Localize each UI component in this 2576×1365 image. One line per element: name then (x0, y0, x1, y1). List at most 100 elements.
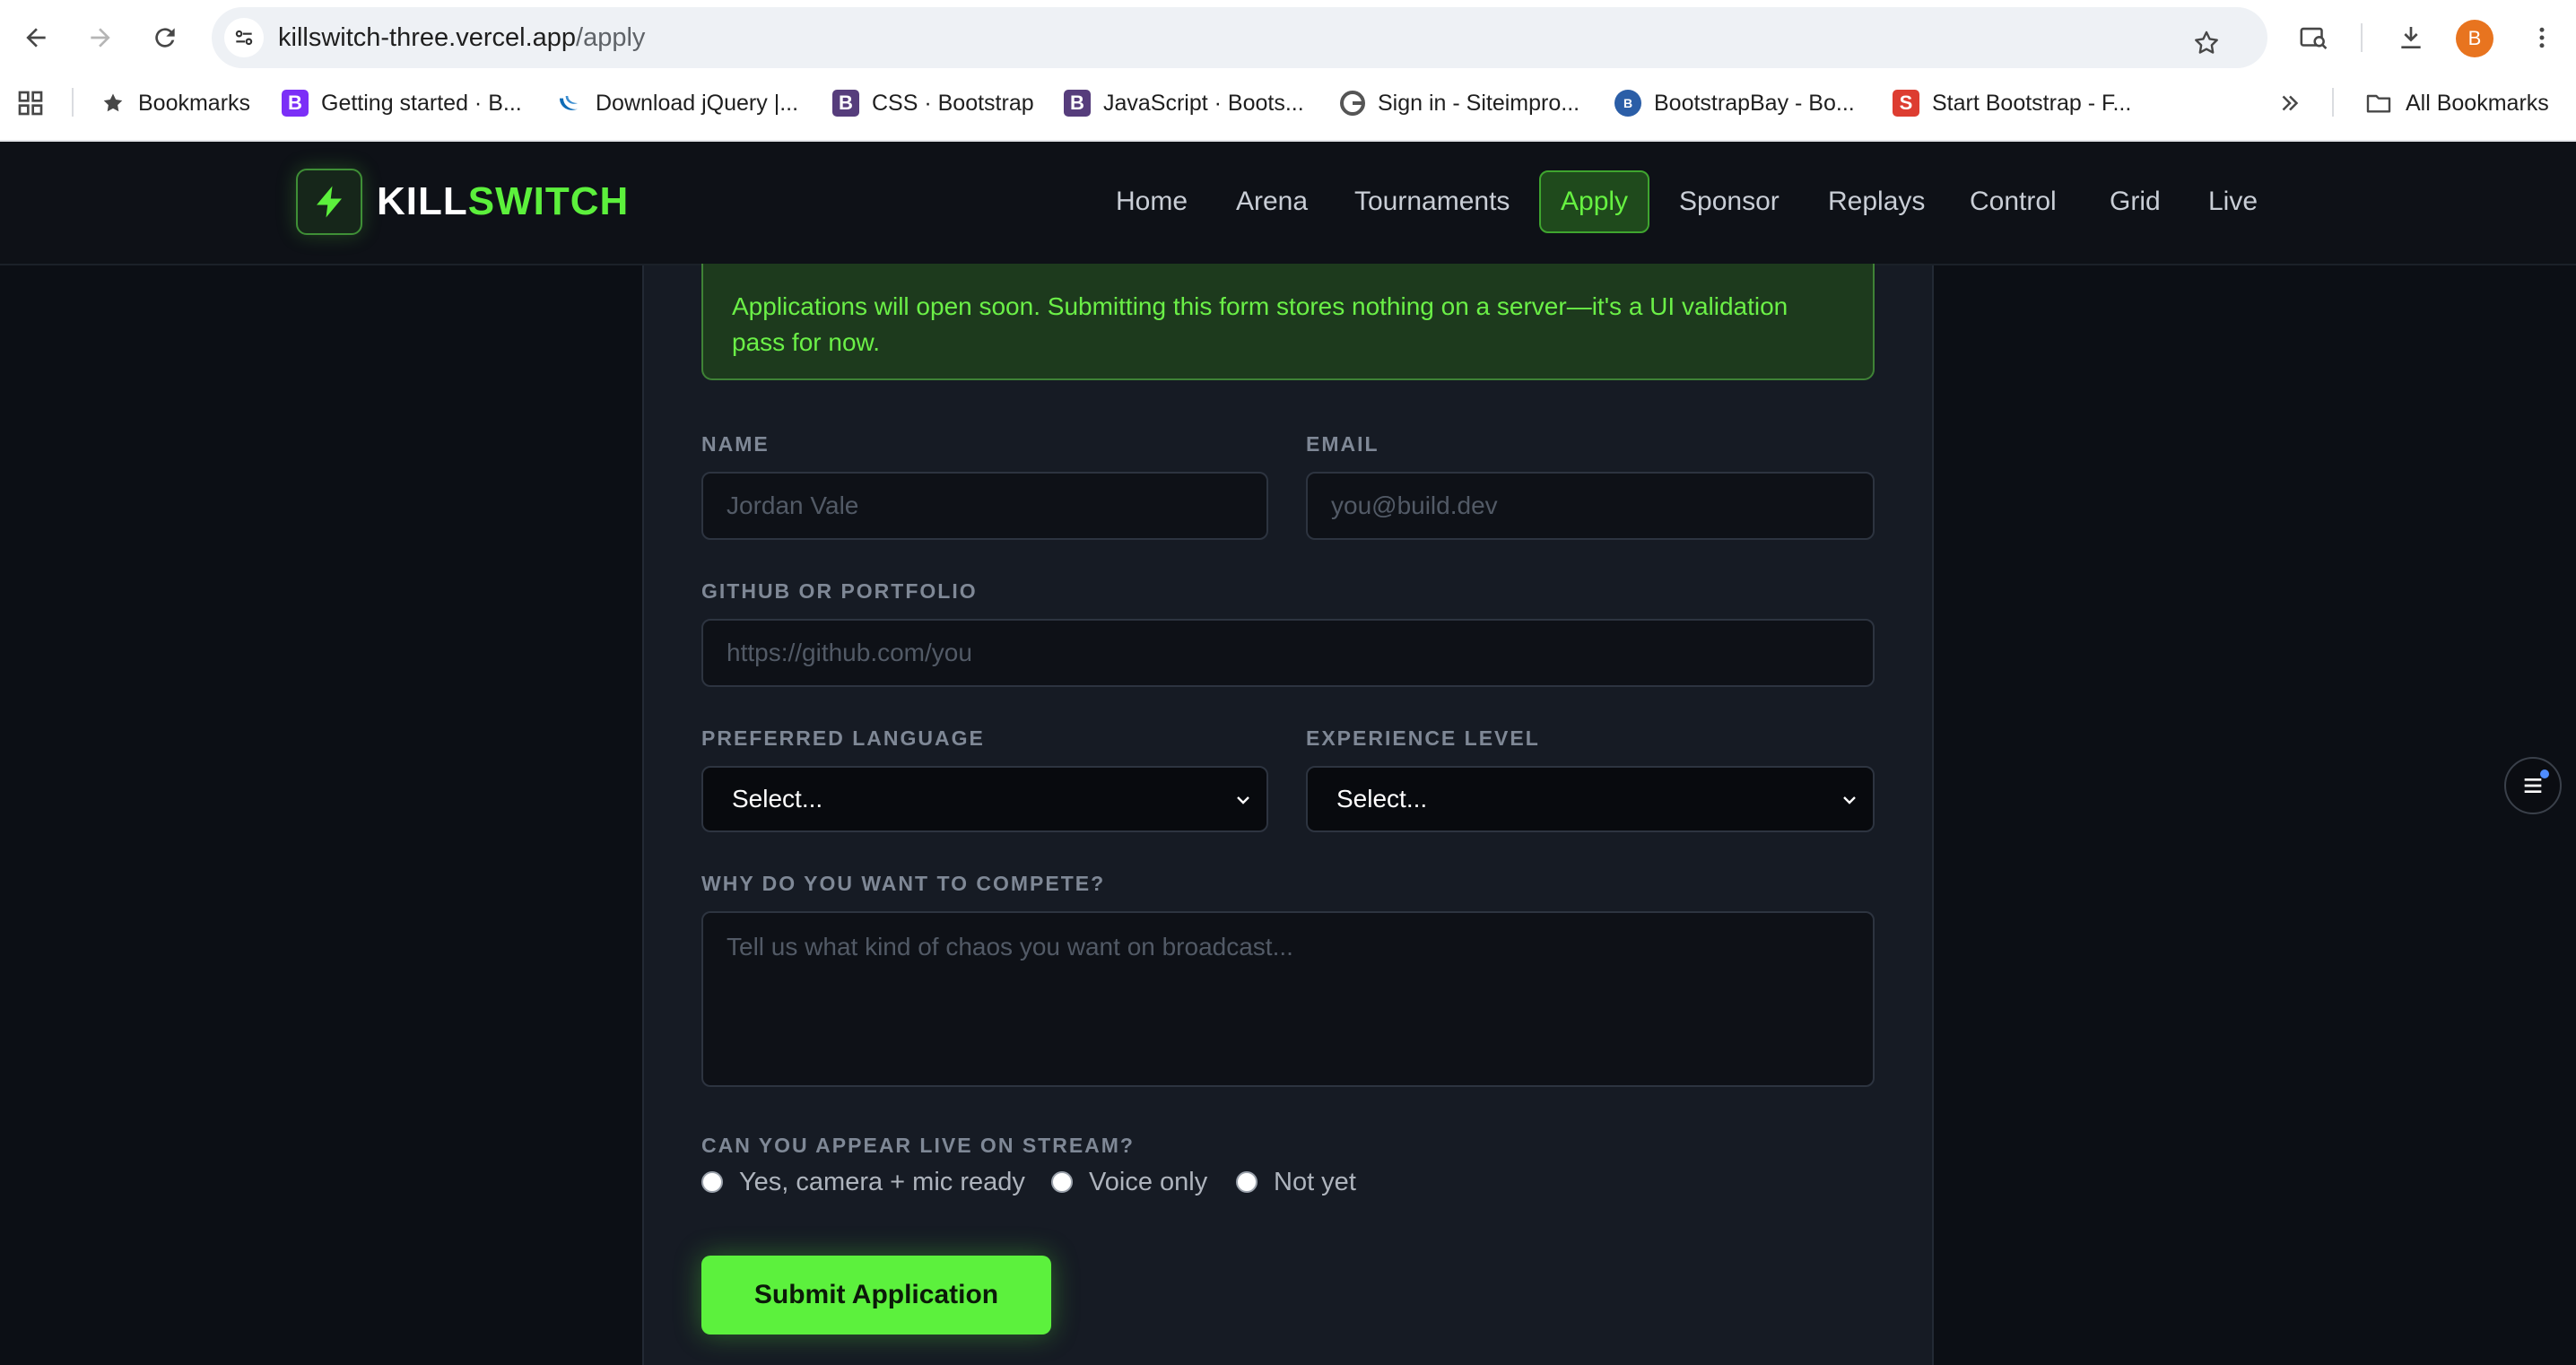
experience-select-value: Select... (1336, 785, 1428, 813)
logo-text-switch: SWITCH (467, 179, 630, 223)
nav-tournaments[interactable]: Tournaments (1335, 170, 1529, 233)
url-text: killswitch-three.vercel.app/apply (278, 7, 645, 68)
site-navbar: KILLSWITCH Home Arena Tournaments Apply … (0, 142, 2576, 265)
radio-label: Yes, camera + mic ready (739, 1167, 1025, 1196)
bootstrap-icon: B (832, 90, 859, 117)
url-path: /apply (576, 23, 646, 52)
url-host: killswitch-three.vercel.app (278, 23, 577, 52)
menu-fab[interactable] (2504, 757, 2562, 814)
kebab-menu-icon[interactable] (2522, 18, 2562, 57)
bookmark-label: Start Bootstrap - F... (1932, 90, 2132, 116)
bookmark-label: JavaScript · Boots... (1103, 90, 1304, 116)
bookmark-label: BootstrapBay - Bo... (1654, 90, 1855, 116)
stream-option-camera[interactable]: Yes, camera + mic ready (701, 1164, 1025, 1200)
startbootstrap-icon: S (1893, 90, 1919, 117)
github-input[interactable] (703, 621, 1873, 685)
name-input[interactable] (703, 474, 1266, 538)
logo-text-kill: KILL (377, 179, 468, 223)
bookmarks-divider (72, 88, 74, 117)
bookmark-item[interactable]: B CSS · Bootstrap (832, 86, 1034, 120)
email-field[interactable] (1306, 472, 1875, 540)
star-icon (103, 93, 123, 112)
nav-arena[interactable]: Arena (1216, 170, 1327, 233)
stream-option-not-yet[interactable]: Not yet (1236, 1164, 1356, 1200)
folder-icon (2366, 94, 2391, 113)
jquery-icon (560, 96, 578, 110)
bookmark-item[interactable]: Download jQuery |... (556, 86, 798, 120)
chevron-down-icon (1843, 796, 1856, 804)
email-label: EMAIL (1306, 432, 1379, 456)
email-input[interactable] (1308, 474, 1873, 538)
stream-option-voice[interactable]: Voice only (1051, 1164, 1207, 1200)
address-bar[interactable]: killswitch-three.vercel.app/apply (212, 7, 2267, 68)
bookmarks-bar: Bookmarks B Getting started · B... Downl… (0, 77, 2576, 129)
nav-live[interactable]: Live (2189, 170, 2277, 233)
language-label: PREFERRED LANGUAGE (701, 726, 985, 750)
toolbar-divider (2361, 23, 2363, 52)
radio-label: Voice only (1089, 1167, 1208, 1196)
bootstrap-icon: B (1064, 90, 1091, 117)
nav-apply[interactable]: Apply (1539, 170, 1650, 233)
experience-select[interactable]: Select... (1306, 766, 1875, 832)
github-label: GITHUB OR PORTFOLIO (701, 579, 978, 603)
page-viewport: KILLSWITCH Home Arena Tournaments Apply … (0, 142, 2576, 1365)
submit-application-button[interactable]: Submit Application (701, 1256, 1051, 1335)
bookmark-label: Getting started · B... (321, 90, 522, 116)
tab-search-icon[interactable] (2294, 18, 2334, 57)
notice-alert: Applications will open soon. Submitting … (701, 264, 1875, 380)
forward-button[interactable] (81, 18, 120, 57)
radio-button[interactable] (701, 1171, 723, 1193)
radio-label: Not yet (1274, 1167, 1356, 1196)
apps-grid-icon[interactable] (16, 86, 45, 120)
site-info-icon[interactable] (224, 18, 264, 57)
why-label: WHY DO YOU WANT TO COMPETE? (701, 872, 1106, 895)
experience-label: EXPERIENCE LEVEL (1306, 726, 1540, 750)
bookmark-item[interactable]: Sign in - Siteimpro... (1338, 86, 1580, 120)
nav-home[interactable]: Home (1096, 170, 1207, 233)
bookmark-item[interactable]: B JavaScript · Boots... (1064, 86, 1304, 120)
bookmark-item[interactable]: S Start Bootstrap - F... (1893, 86, 2131, 120)
language-select[interactable]: Select... (701, 766, 1268, 832)
arrow-left-icon (26, 28, 46, 48)
siteimprove-icon (1340, 91, 1365, 116)
all-bookmarks-button[interactable]: All Bookmarks (2364, 86, 2549, 120)
stream-label: CAN YOU APPEAR LIVE ON STREAM? (701, 1134, 1135, 1157)
notification-dot (2540, 769, 2549, 778)
why-textarea[interactable] (703, 913, 1873, 1085)
nav-sponsor[interactable]: Sponsor (1659, 170, 1799, 233)
github-field[interactable] (701, 619, 1875, 687)
nav-replays[interactable]: Replays (1808, 170, 1945, 233)
language-select-value: Select... (732, 785, 823, 813)
nav-control[interactable]: Control (1950, 170, 2076, 233)
bookmark-label: Download jQuery |... (596, 90, 799, 116)
browser-toolbar: killswitch-three.vercel.app/apply B (0, 0, 2576, 75)
reload-icon (155, 28, 175, 48)
name-field[interactable] (701, 472, 1268, 540)
bootstrap-icon: B (282, 90, 309, 117)
reload-button[interactable] (145, 18, 185, 57)
bootstrapbay-icon: B (1614, 90, 1641, 117)
browser-chrome: killswitch-three.vercel.app/apply B Book… (0, 0, 2576, 142)
all-bookmarks-label: All Bookmarks (2406, 90, 2549, 116)
bookmark-item[interactable]: B Getting started · B... (282, 86, 522, 120)
bookmark-item[interactable]: Bookmarks (100, 86, 250, 120)
more-bookmarks-icon[interactable] (2276, 86, 2303, 120)
why-field[interactable] (701, 911, 1875, 1087)
name-label: NAME (701, 432, 770, 456)
download-icon[interactable] (2391, 18, 2431, 57)
radio-button[interactable] (1236, 1171, 1258, 1193)
bookmark-label: CSS · Bootstrap (872, 90, 1034, 116)
radio-button[interactable] (1051, 1171, 1073, 1193)
bookmark-star-icon[interactable] (2189, 25, 2224, 61)
nav-grid[interactable]: Grid (2090, 170, 2180, 233)
bookmark-label: Bookmarks (138, 90, 251, 116)
bookmark-item[interactable]: B BootstrapBay - Bo... (1614, 86, 1855, 120)
lightning-bolt-icon[interactable] (296, 169, 362, 235)
back-button[interactable] (16, 18, 56, 57)
bookmarks-divider (2332, 88, 2334, 117)
bookmark-label: Sign in - Siteimpro... (1378, 90, 1580, 116)
profile-avatar[interactable]: B (2456, 20, 2493, 57)
site-logo[interactable]: KILLSWITCH (377, 178, 629, 226)
arrow-right-icon (91, 28, 110, 48)
chevron-down-icon (1237, 796, 1249, 804)
